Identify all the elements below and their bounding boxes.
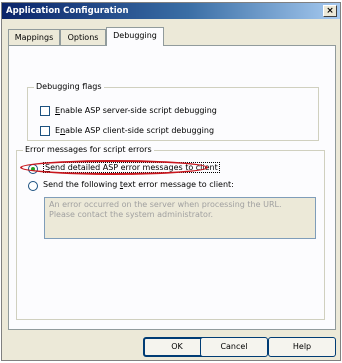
send-custom-error-radio[interactable] bbox=[28, 181, 38, 191]
send-detailed-errors-label[interactable]: Send detailed ASP error messages to clie… bbox=[43, 162, 220, 173]
send-custom-error-text: ext error message to client: bbox=[123, 180, 234, 189]
client-side-debugging-label[interactable]: Enable ASP client-side script debugging bbox=[55, 126, 214, 135]
server-side-debugging-label[interactable]: Enable ASP server-side script debugging bbox=[55, 106, 217, 115]
close-icon: × bbox=[326, 6, 334, 16]
send-detailed-errors-text: end detailed ASP error messages to clien… bbox=[50, 163, 218, 172]
radio-selected-dot bbox=[31, 167, 35, 171]
help-button[interactable]: Help bbox=[268, 337, 336, 357]
server-side-debugging-checkbox[interactable] bbox=[40, 106, 50, 116]
send-detailed-errors-radio[interactable] bbox=[28, 164, 38, 174]
debugging-flags-group-label: Debugging flags bbox=[34, 82, 104, 91]
send-custom-error-label[interactable]: Send the following text error message to… bbox=[43, 180, 234, 189]
cancel-button[interactable]: Cancel bbox=[200, 337, 268, 357]
tab-mappings[interactable]: Mappings bbox=[8, 29, 60, 45]
close-button[interactable]: × bbox=[323, 5, 337, 17]
client-side-debugging-checkbox[interactable] bbox=[40, 126, 50, 136]
send-custom-error-prefix: Send the following bbox=[43, 180, 120, 189]
tab-debugging[interactable]: Debugging bbox=[106, 27, 164, 46]
window-title: Application Configuration bbox=[6, 6, 129, 16]
custom-error-message-textbox[interactable]: An error occurred on the server when pro… bbox=[44, 197, 316, 239]
title-bar[interactable]: Application Configuration × bbox=[2, 3, 340, 19]
focus-rectangle: Send detailed ASP error messages to clie… bbox=[43, 162, 220, 173]
error-messages-group-label: Error messages for script errors bbox=[23, 145, 154, 154]
server-side-debugging-text: nable ASP server-side script debugging bbox=[60, 106, 217, 115]
tab-debugging-label: Debugging bbox=[113, 31, 157, 40]
tab-options[interactable]: Options bbox=[60, 29, 106, 45]
client-side-debugging-text: able ASP client-side script debugging bbox=[65, 126, 215, 135]
tab-options-label: Options bbox=[67, 33, 99, 42]
tab-mappings-label: Mappings bbox=[14, 33, 54, 42]
